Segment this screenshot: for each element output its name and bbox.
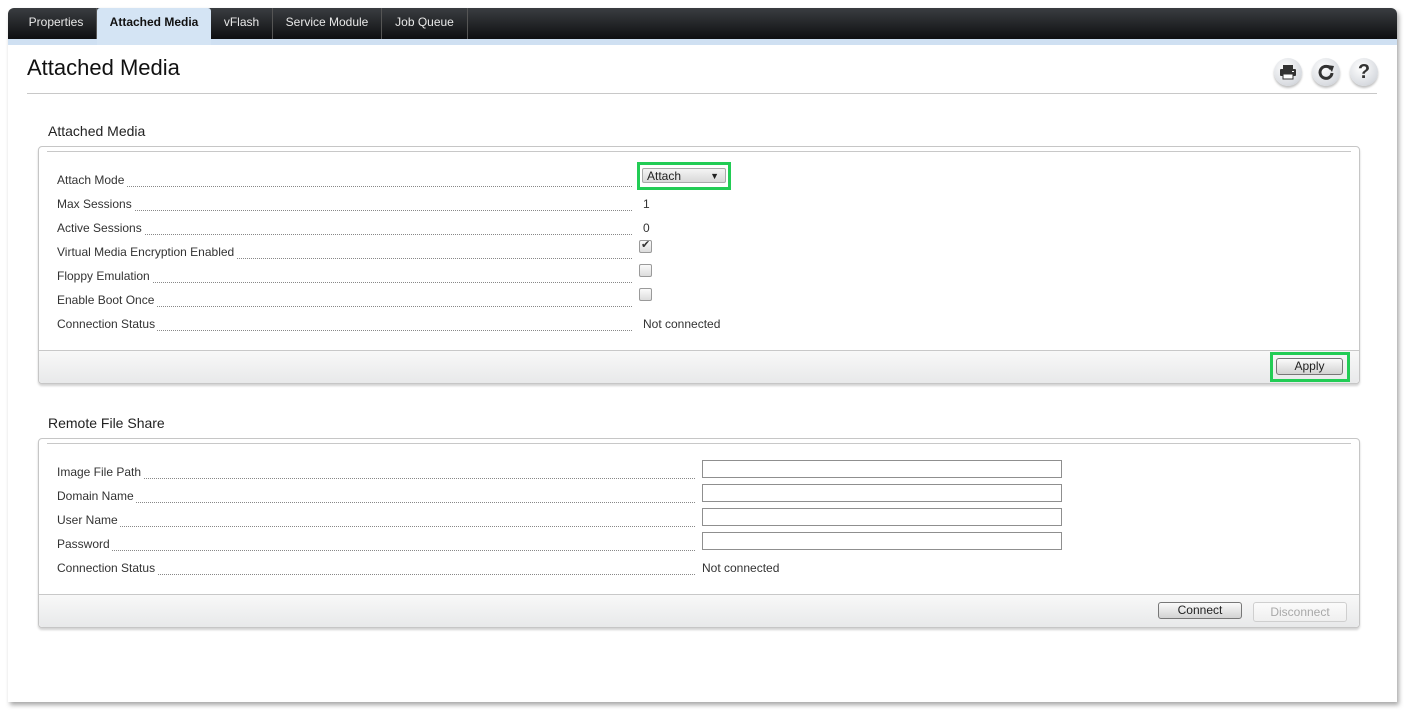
- tab-service-module[interactable]: Service Module: [273, 8, 382, 39]
- attach-mode-value: Attach: [647, 169, 682, 183]
- leader-dots: [57, 210, 632, 211]
- print-button[interactable]: [1274, 58, 1302, 86]
- floppy-emulation-row: Floppy Emulation: [57, 264, 757, 287]
- boot-once-checkbox[interactable]: [639, 288, 652, 301]
- panel-top-rule: [47, 151, 1351, 152]
- floppy-emulation-checkbox[interactable]: [639, 264, 652, 277]
- tab-properties[interactable]: Properties: [16, 8, 97, 39]
- help-icon: ?: [1357, 60, 1371, 83]
- page-title: Attached Media: [27, 55, 180, 80]
- attached-media-panel: Attach Mode Attach ▼ Max Sessions 1 Acti…: [38, 146, 1360, 384]
- apply-button[interactable]: Apply: [1276, 358, 1343, 375]
- am-connection-status-value: Not connected: [643, 317, 721, 331]
- encryption-label: Virtual Media Encryption Enabled: [57, 245, 237, 259]
- connect-button[interactable]: Connect: [1158, 602, 1242, 619]
- floppy-emulation-label: Floppy Emulation: [57, 269, 152, 283]
- active-sessions-label: Active Sessions: [57, 221, 144, 235]
- max-sessions-row: Max Sessions 1: [57, 197, 757, 215]
- attach-mode-select[interactable]: Attach ▼: [642, 168, 726, 183]
- domain-name-label: Domain Name: [57, 489, 136, 503]
- tab-bar-underline: [8, 39, 1397, 45]
- refresh-icon: [1318, 64, 1334, 80]
- tab-job-queue[interactable]: Job Queue: [382, 8, 468, 39]
- domain-name-row: Domain Name: [57, 489, 757, 507]
- title-divider: [27, 93, 1377, 94]
- remote-file-share-section-title: Remote File Share: [48, 415, 165, 431]
- active-sessions-value: 0: [643, 221, 650, 235]
- panel-top-rule: [47, 443, 1351, 444]
- encryption-row: Virtual Media Encryption Enabled ✔: [57, 239, 757, 263]
- rfs-connection-status-label: Connection Status: [57, 561, 158, 575]
- encryption-checkbox[interactable]: ✔: [639, 239, 652, 253]
- user-name-input[interactable]: [702, 508, 1062, 526]
- remote-file-share-panel: Image File Path Domain Name User Name Pa…: [38, 438, 1360, 628]
- leader-dots: [57, 526, 695, 527]
- domain-name-input[interactable]: [702, 484, 1062, 502]
- am-connection-status-row: Connection Status Not connected: [57, 317, 757, 335]
- attach-mode-label: Attach Mode: [57, 173, 127, 187]
- refresh-button[interactable]: [1312, 58, 1340, 86]
- active-sessions-row: Active Sessions 0: [57, 221, 757, 239]
- attached-media-footer: [39, 350, 1359, 383]
- password-label: Password: [57, 537, 112, 551]
- print-icon: [1280, 65, 1296, 80]
- image-file-path-input[interactable]: [702, 460, 1062, 478]
- password-row: Password: [57, 537, 757, 555]
- dropdown-arrow-icon: ▼: [710, 171, 719, 181]
- rfs-connection-status-row: Connection Status Not connected: [57, 561, 857, 579]
- image-file-path-row: Image File Path: [57, 465, 757, 483]
- leader-dots: [57, 186, 632, 187]
- image-file-path-label: Image File Path: [57, 465, 144, 479]
- attach-mode-row: Attach Mode: [57, 173, 657, 191]
- tab-vflash[interactable]: vFlash: [211, 8, 273, 39]
- max-sessions-value: 1: [643, 197, 650, 211]
- user-name-label: User Name: [57, 513, 120, 527]
- boot-once-label: Enable Boot Once: [57, 293, 157, 307]
- am-connection-status-label: Connection Status: [57, 317, 158, 331]
- tab-attached-media[interactable]: Attached Media: [97, 8, 211, 45]
- main-window: Properties Attached Media vFlash Service…: [8, 8, 1397, 702]
- leader-dots: [57, 550, 695, 551]
- max-sessions-label: Max Sessions: [57, 197, 134, 211]
- checkmark-icon: ✔: [641, 239, 651, 251]
- disconnect-button[interactable]: Disconnect: [1253, 602, 1347, 622]
- user-name-row: User Name: [57, 513, 757, 531]
- leader-dots: [57, 502, 695, 503]
- boot-once-row: Enable Boot Once: [57, 288, 757, 311]
- help-button[interactable]: ?: [1350, 58, 1378, 86]
- leader-dots: [57, 478, 695, 479]
- rfs-connection-status-value: Not connected: [702, 561, 780, 575]
- password-input[interactable]: [702, 532, 1062, 550]
- attached-media-section-title: Attached Media: [48, 123, 146, 139]
